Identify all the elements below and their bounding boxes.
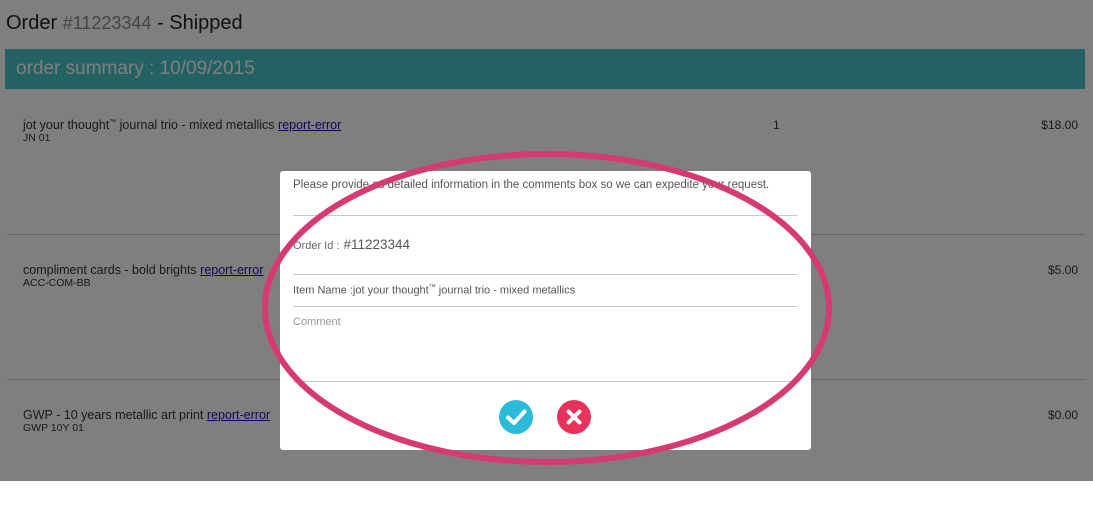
order-id-label: Order Id :	[293, 240, 340, 252]
divider	[293, 274, 797, 275]
report-error-dialog: Please provide as detailed information i…	[280, 171, 811, 450]
order-id-value: #11223344	[343, 237, 411, 252]
dialog-instructions: Please provide as detailed information i…	[293, 179, 770, 191]
comment-input[interactable]	[293, 316, 797, 380]
confirm-button[interactable]	[499, 400, 533, 434]
item-name-field: Item Name :jot your thought™ journal tri…	[293, 284, 576, 297]
divider	[293, 306, 797, 307]
checkmark-icon	[506, 409, 527, 425]
close-icon	[566, 409, 582, 425]
divider	[293, 215, 797, 216]
divider	[293, 381, 797, 382]
order-id-field: Order Id : #11223344	[293, 237, 410, 252]
cancel-button[interactable]	[557, 400, 591, 434]
